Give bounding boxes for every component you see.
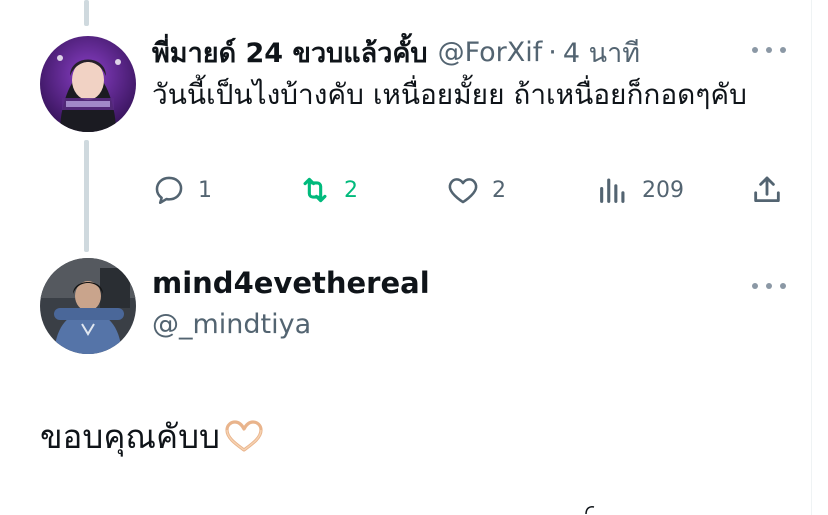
column-border: [811, 0, 812, 515]
partial-text-fragment: [585, 506, 595, 515]
reply-button[interactable]: 1: [152, 168, 212, 212]
tweet-header: พี่มายด์ 24 ขวบแล้วคั้บ @ForXif · 4 นาที: [152, 32, 640, 72]
display-name[interactable]: พี่มายด์ 24 ขวบแล้วคั้บ: [152, 31, 428, 74]
thread-line: [84, 140, 89, 252]
reply-text: ขอบคุณคับบ: [40, 410, 264, 463]
tweet-actions: 1 2 2 209: [152, 168, 792, 212]
avatar[interactable]: [40, 258, 136, 354]
views-icon: [600, 178, 625, 203]
reply-icon: [155, 176, 183, 205]
share-icon: [754, 176, 780, 203]
like-icon: [448, 178, 478, 204]
avatar[interactable]: [40, 36, 136, 132]
more-icon: [752, 47, 758, 53]
user-handle[interactable]: @ForXif: [438, 37, 543, 68]
retweet-button[interactable]: 2: [298, 168, 358, 212]
avatar-image: [40, 258, 136, 354]
retweet-count: 2: [344, 177, 358, 203]
reply-user-handle[interactable]: @_mindtiya: [152, 309, 311, 340]
view-count: 209: [642, 177, 684, 203]
retweet-icon: [303, 177, 327, 203]
avatar-image: [40, 36, 136, 132]
reply-count: 1: [198, 177, 212, 203]
more-options-button[interactable]: [752, 40, 786, 60]
timestamp[interactable]: 4 นาที: [563, 31, 640, 74]
more-options-button[interactable]: [752, 276, 786, 296]
like-button[interactable]: 2: [446, 168, 506, 212]
share-button[interactable]: [750, 168, 784, 212]
like-count: 2: [492, 177, 506, 203]
views-button[interactable]: 209: [596, 168, 684, 212]
reply-display-name[interactable]: mind4evethereal: [152, 266, 430, 300]
separator-dot: ·: [548, 36, 557, 68]
tweet-text: วันนี้เป็นไงบ้างคับ เหนื่อยมั้ยย ถ้าเหนื…: [152, 78, 747, 111]
more-icon: [752, 283, 758, 289]
thread-line-top: [84, 0, 89, 26]
reply-text-content: ขอบคุณคับบ: [40, 417, 220, 456]
heart-hands-emoji: [225, 419, 263, 452]
